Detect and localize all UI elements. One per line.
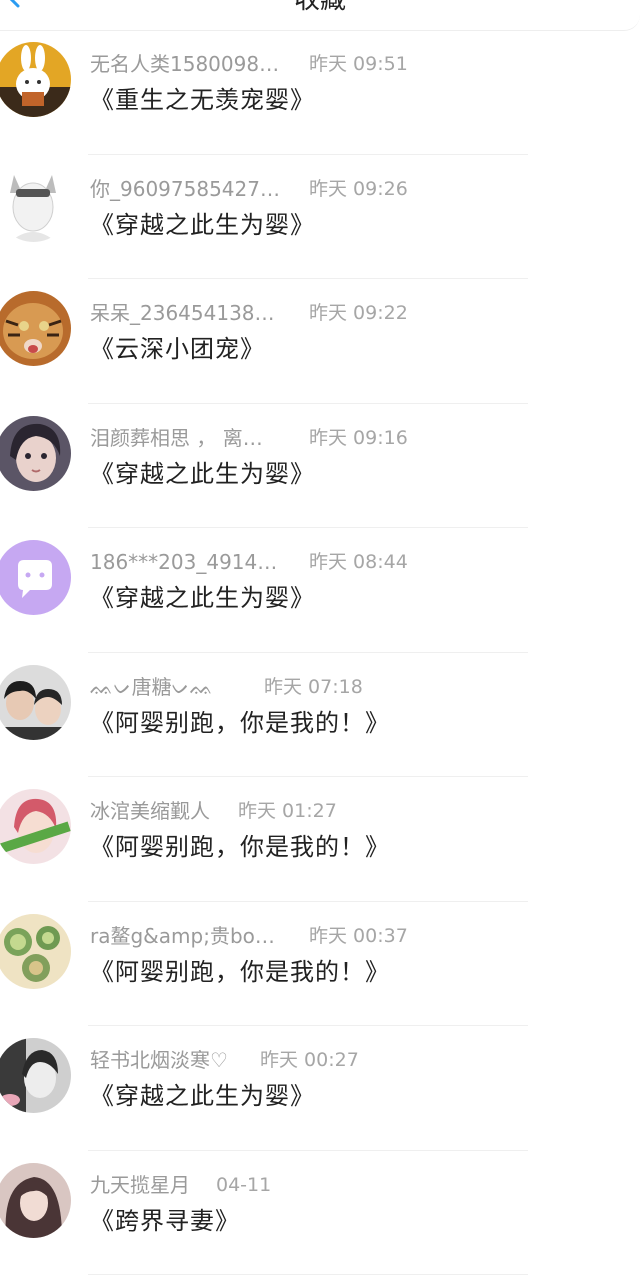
item-meta: 呆呆_236454138… 昨天 09:22 bbox=[90, 299, 408, 327]
book-title[interactable]: 《穿越之此生为婴》 bbox=[90, 208, 315, 242]
list-item[interactable]: 泪颜葬相思 ， 离… 昨天 09:16 《穿越之此生为婴》 bbox=[0, 404, 640, 528]
top-bar: 收藏 bbox=[0, 0, 640, 31]
item-meta: ᨐᨆ唐糖ᨆᨐ 昨天 07:18 bbox=[90, 673, 363, 701]
list-item[interactable]: 九天揽星月 04-11 《跨界寻妻》 bbox=[0, 1151, 640, 1275]
favorites-list: 无名人类1580098… 昨天 09:51 《重生之无羡宠婴》 你_960975… bbox=[0, 30, 640, 1275]
book-title[interactable]: 《穿越之此生为婴》 bbox=[90, 457, 315, 491]
divider bbox=[88, 1274, 528, 1275]
item-meta: 冰涫美缩觐人 昨天 01:27 bbox=[90, 797, 337, 825]
list-item[interactable]: 你_96097585427… 昨天 09:26 《穿越之此生为婴》 bbox=[0, 155, 640, 279]
girl-photo-avatar[interactable] bbox=[0, 415, 71, 491]
anime-boy-cat-ears-avatar[interactable] bbox=[0, 166, 71, 242]
item-meta: 泪颜葬相思 ， 离… 昨天 09:16 bbox=[90, 424, 408, 452]
item-meta: 你_96097585427… 昨天 09:26 bbox=[90, 175, 408, 203]
cartoon-rabbit-avatar[interactable] bbox=[0, 42, 71, 117]
book-title[interactable]: 《云深小团宠》 bbox=[90, 332, 265, 366]
friends-photo-avatar[interactable] bbox=[0, 664, 71, 740]
item-meta: 无名人类1580098… 昨天 09:51 bbox=[90, 50, 408, 78]
item-meta: 九天揽星月 04-11 bbox=[90, 1171, 271, 1199]
timestamp: 昨天 09:22 bbox=[309, 302, 408, 324]
timestamp: 昨天 00:37 bbox=[309, 924, 408, 947]
timestamp: 昨天 07:18 bbox=[264, 675, 363, 698]
user-name[interactable]: 九天揽星月 bbox=[90, 1171, 190, 1199]
timestamp: 昨天 01:27 bbox=[238, 800, 337, 822]
user-name[interactable]: 冰涫美缩觐人 bbox=[90, 797, 210, 825]
item-meta: 186***203_4914… 昨天 08:44 bbox=[90, 548, 408, 576]
tiger-cub-avatar[interactable] bbox=[0, 291, 71, 366]
list-item[interactable]: ra鳌g&amp;贵bo… 昨天 00:37 《阿婴别跑，你是我的！》 bbox=[0, 902, 640, 1026]
default-chat-bubble-avatar[interactable] bbox=[0, 540, 71, 615]
timestamp: 昨天 09:16 bbox=[309, 426, 408, 449]
book-title[interactable]: 《阿婴别跑，你是我的！》 bbox=[90, 706, 390, 740]
list-item[interactable]: 呆呆_236454138… 昨天 09:22 《云深小团宠》 bbox=[0, 279, 640, 404]
user-name[interactable]: 你_96097585427… bbox=[90, 175, 280, 203]
list-item[interactable]: 186***203_4914… 昨天 08:44 《穿越之此生为婴》 bbox=[0, 528, 640, 653]
list-item[interactable]: 无名人类1580098… 昨天 09:51 《重生之无羡宠婴》 bbox=[0, 30, 640, 155]
item-meta: ra鳌g&amp;贵bo… 昨天 00:37 bbox=[90, 922, 408, 950]
list-item[interactable]: ᨐᨆ唐糖ᨆᨐ 昨天 07:18 《阿婴别跑，你是我的！》 bbox=[0, 653, 640, 777]
sweets-avatar[interactable] bbox=[0, 913, 71, 989]
timestamp: 04-11 bbox=[216, 1173, 272, 1196]
user-name[interactable]: ra鳌g&amp;贵bo… bbox=[90, 922, 275, 950]
book-title[interactable]: 《阿婴别跑，你是我的！》 bbox=[90, 830, 390, 864]
timestamp: 昨天 08:44 bbox=[309, 551, 408, 573]
book-title[interactable]: 《穿越之此生为婴》 bbox=[90, 1079, 315, 1113]
user-name[interactable]: 无名人类1580098… bbox=[90, 50, 279, 78]
page-title: 收藏 bbox=[293, 0, 346, 15]
timestamp: 昨天 00:27 bbox=[260, 1049, 359, 1071]
user-name[interactable]: 呆呆_236454138… bbox=[90, 299, 275, 327]
book-title[interactable]: 《重生之无羡宠婴》 bbox=[90, 83, 315, 117]
timestamp: 昨天 09:26 bbox=[309, 177, 408, 200]
long-hair-girl-avatar[interactable] bbox=[0, 1162, 71, 1238]
list-item[interactable]: 轻书北烟淡寒♡ 昨天 00:27 《穿越之此生为婴》 bbox=[0, 1026, 640, 1151]
user-name[interactable]: 泪颜葬相思 ， 离… bbox=[90, 424, 263, 452]
monochrome-girl-avatar[interactable] bbox=[0, 1038, 71, 1113]
user-name[interactable]: ᨐᨆ唐糖ᨆᨐ bbox=[90, 673, 213, 701]
pink-hair-avatar[interactable] bbox=[0, 789, 71, 864]
book-title[interactable]: 《阿婴别跑，你是我的！》 bbox=[90, 955, 390, 989]
book-title[interactable]: 《跨界寻妻》 bbox=[90, 1204, 240, 1238]
list-item[interactable]: 冰涫美缩觐人 昨天 01:27 《阿婴别跑，你是我的！》 bbox=[0, 777, 640, 902]
book-title[interactable]: 《穿越之此生为婴》 bbox=[90, 581, 315, 615]
user-name[interactable]: 186***203_4914… bbox=[90, 548, 277, 576]
timestamp: 昨天 09:51 bbox=[309, 53, 408, 75]
item-meta: 轻书北烟淡寒♡ 昨天 00:27 bbox=[90, 1046, 359, 1074]
user-name[interactable]: 轻书北烟淡寒♡ bbox=[90, 1046, 228, 1074]
